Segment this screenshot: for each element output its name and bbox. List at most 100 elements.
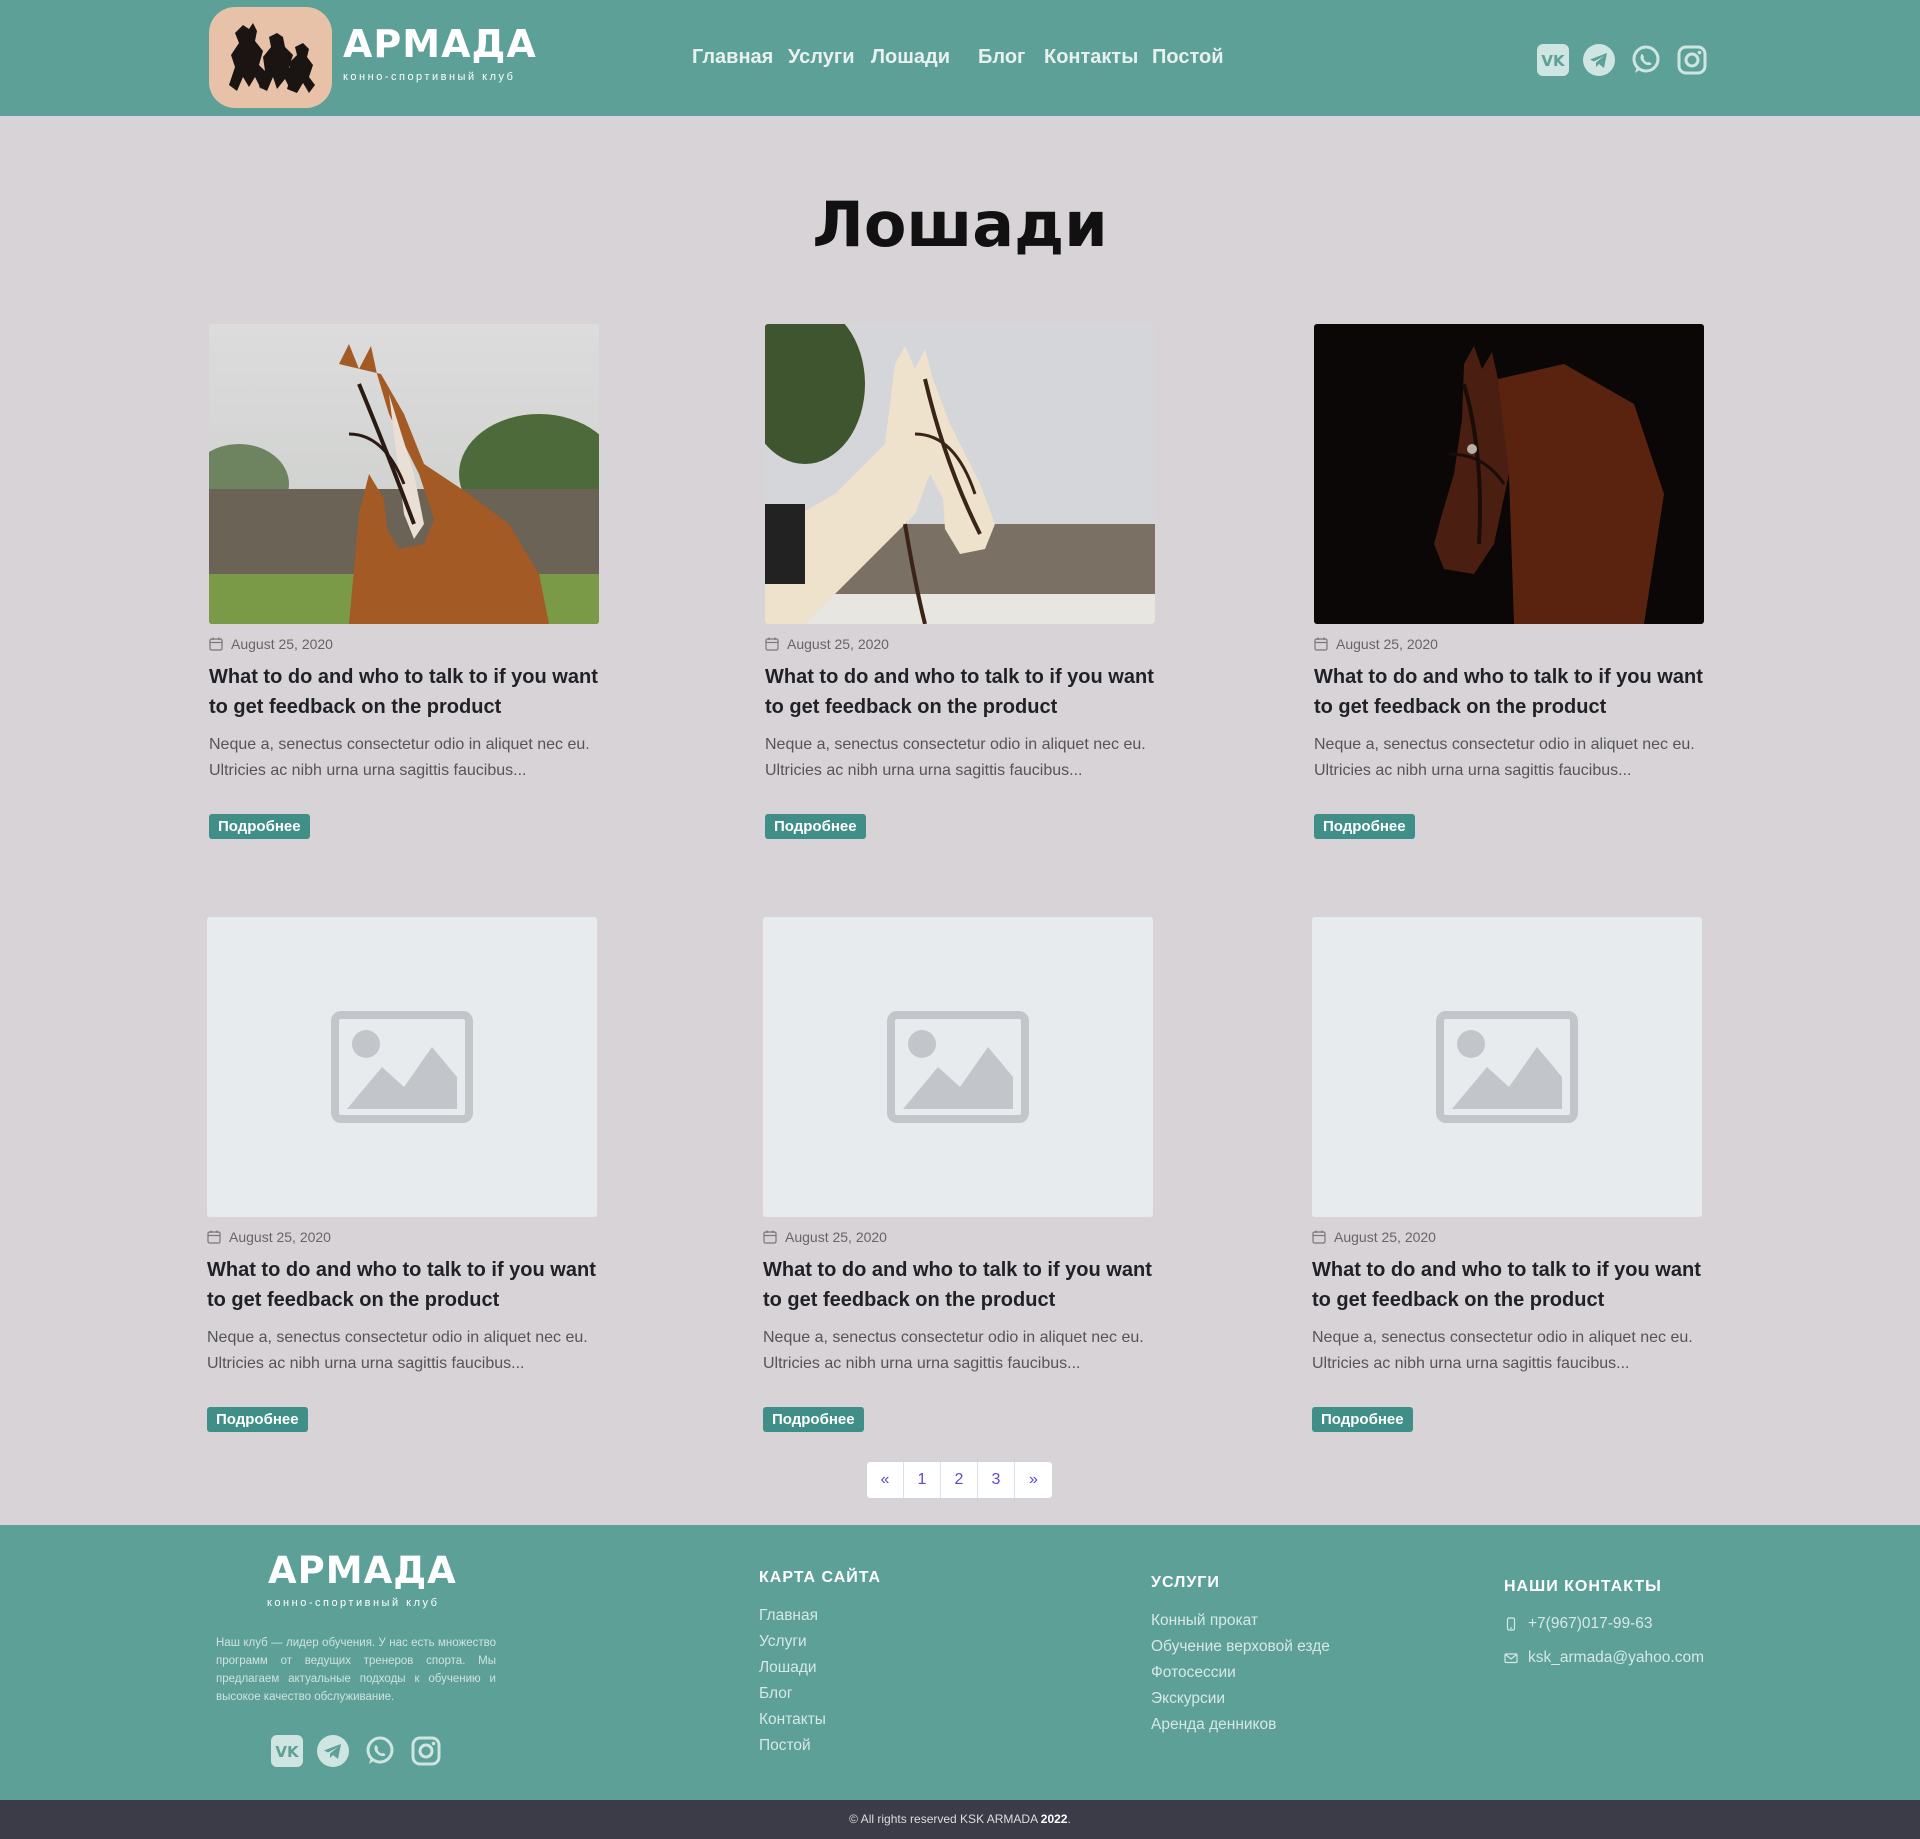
- read-more-button[interactable]: Подробнее: [207, 1407, 308, 1432]
- nav-item-services[interactable]: Услуги: [788, 46, 855, 69]
- site-footer: АРМАДА конно-спортивный клуб Наш клуб — …: [0, 1525, 1920, 1800]
- post-excerpt: Neque a, senectus consectetur odio in al…: [1312, 1329, 1693, 1372]
- telegram-icon[interactable]: [317, 1735, 349, 1767]
- footer-link-services[interactable]: Услуги: [759, 1633, 807, 1651]
- footer-brand-tagline: конно-спортивный клуб: [267, 1597, 440, 1609]
- footer-email[interactable]: ksk_armada@yahoo.com: [1504, 1649, 1704, 1667]
- copyright-text: © All rights reserved KSK ARMADA: [849, 1812, 1038, 1826]
- pagination-next-button[interactable]: »: [1015, 1462, 1052, 1498]
- vk-icon[interactable]: VK: [271, 1735, 303, 1767]
- nav-item-blog[interactable]: Блог: [978, 46, 1025, 69]
- copyright-suffix: .: [1067, 1812, 1071, 1826]
- footer-service-item[interactable]: Обучение верховой езде: [1151, 1638, 1330, 1656]
- copyright-bar: © All rights reserved KSK ARMADA 2022.: [0, 1800, 1920, 1839]
- post-date-text: August 25, 2020: [231, 636, 333, 652]
- footer-about-text: Наш клуб — лидер обучения. У нас есть мн…: [216, 1637, 496, 1703]
- svg-text:VK: VK: [1541, 52, 1566, 70]
- dark-bay-horse-photo[interactable]: [1314, 324, 1704, 624]
- post-excerpt: Neque a, senectus consectetur odio in al…: [763, 1329, 1144, 1372]
- image-placeholder-icon[interactable]: [207, 917, 597, 1217]
- calendar-icon: [1312, 1230, 1326, 1244]
- footer-link-blog[interactable]: Блог: [759, 1685, 793, 1703]
- pagination-page-2[interactable]: 2: [941, 1462, 978, 1498]
- post-date-text: August 25, 2020: [1334, 1229, 1436, 1245]
- image-placeholder-icon[interactable]: [763, 917, 1153, 1217]
- footer-sitemap-heading: КАРТА САЙТА: [759, 1569, 882, 1586]
- post-title[interactable]: What to do and who to talk to if you wan…: [1314, 662, 1704, 722]
- mail-icon: [1504, 1653, 1518, 1664]
- telegram-icon[interactable]: [1583, 44, 1615, 76]
- brand-name[interactable]: АРМАДА: [343, 22, 537, 66]
- nav-item-stabling[interactable]: Постой: [1152, 46, 1224, 69]
- post-title[interactable]: What to do and who to talk to if you wan…: [1312, 1255, 1702, 1315]
- instagram-icon[interactable]: [1676, 44, 1708, 76]
- site-header: АРМАДА конно-спортивный клуб Главная Усл…: [0, 0, 1920, 116]
- post-excerpt: Neque a, senectus consectetur odio in al…: [209, 736, 590, 779]
- footer-link-stabling[interactable]: Постой: [759, 1737, 811, 1755]
- footer-service-item[interactable]: Конный прокат: [1151, 1612, 1258, 1630]
- svg-text:VK: VK: [275, 1743, 300, 1761]
- post-date: August 25, 2020: [209, 636, 599, 652]
- post-date: August 25, 2020: [1312, 1229, 1702, 1245]
- post-title[interactable]: What to do and who to talk to if you wan…: [763, 1255, 1153, 1315]
- footer-link-home[interactable]: Главная: [759, 1607, 818, 1625]
- post-date-text: August 25, 2020: [1336, 636, 1438, 652]
- post-title[interactable]: What to do and who to talk to if you wan…: [207, 1255, 597, 1315]
- read-more-button[interactable]: Подробнее: [1312, 1407, 1413, 1432]
- instagram-icon[interactable]: [410, 1735, 442, 1767]
- post-date: August 25, 2020: [207, 1229, 597, 1245]
- calendar-icon: [207, 1230, 221, 1244]
- footer-service-item[interactable]: Аренда денников: [1151, 1716, 1276, 1734]
- logo-horses-icon[interactable]: [209, 7, 332, 108]
- calendar-icon: [209, 637, 223, 651]
- footer-brand-name[interactable]: АРМАДА: [268, 1549, 457, 1592]
- post-excerpt: Neque a, senectus consectetur odio in al…: [765, 736, 1146, 779]
- post-card: August 25, 2020 What to do and who to ta…: [763, 917, 1153, 1432]
- chestnut-horse-photo[interactable]: [209, 324, 599, 624]
- footer-phone[interactable]: +7(967)017-99-63: [1504, 1615, 1653, 1633]
- calendar-icon: [1314, 637, 1328, 651]
- footer-link-contacts[interactable]: Контакты: [759, 1711, 826, 1729]
- footer-services-heading: УСЛУГИ: [1151, 1574, 1220, 1591]
- nav-item-horses[interactable]: Лошади: [871, 46, 950, 69]
- post-date: August 25, 2020: [763, 1229, 1153, 1245]
- post-card: August 25, 2020 What to do and who to ta…: [207, 917, 597, 1432]
- post-card: August 25, 2020 What to do and who to ta…: [1314, 324, 1704, 839]
- read-more-button[interactable]: Подробнее: [1314, 814, 1415, 839]
- footer-contacts-heading: НАШИ КОНТАКТЫ: [1504, 1578, 1662, 1595]
- post-date-text: August 25, 2020: [785, 1229, 887, 1245]
- footer-service-item[interactable]: Экскурсии: [1151, 1690, 1225, 1708]
- footer-link-horses[interactable]: Лошади: [759, 1659, 817, 1677]
- post-title[interactable]: What to do and who to talk to if you wan…: [209, 662, 599, 722]
- post-excerpt: Neque a, senectus consectetur odio in al…: [1314, 736, 1695, 779]
- page-title: Лошади: [812, 188, 1108, 261]
- nav-item-home[interactable]: Главная: [692, 46, 773, 69]
- whatsapp-icon[interactable]: [364, 1735, 396, 1767]
- nav-item-contacts[interactable]: Контакты: [1044, 46, 1138, 69]
- read-more-button[interactable]: Подробнее: [209, 814, 310, 839]
- pagination-page-1[interactable]: 1: [904, 1462, 941, 1498]
- footer-service-item[interactable]: Фотосессии: [1151, 1664, 1236, 1682]
- brand-tagline: конно-спортивный клуб: [343, 71, 516, 83]
- post-date: August 25, 2020: [1314, 636, 1704, 652]
- calendar-icon: [765, 637, 779, 651]
- post-card: August 25, 2020 What to do and who to ta…: [765, 324, 1155, 839]
- read-more-button[interactable]: Подробнее: [765, 814, 866, 839]
- pagination-page-3[interactable]: 3: [978, 1462, 1015, 1498]
- image-placeholder-icon[interactable]: [1312, 917, 1702, 1217]
- footer-phone-text[interactable]: +7(967)017-99-63: [1528, 1615, 1653, 1633]
- vk-icon[interactable]: VK: [1537, 44, 1569, 76]
- pagination-prev-button[interactable]: «: [867, 1462, 904, 1498]
- phone-icon: [1506, 1617, 1516, 1631]
- post-date-text: August 25, 2020: [229, 1229, 331, 1245]
- post-title[interactable]: What to do and who to talk to if you wan…: [765, 662, 1155, 722]
- calendar-icon: [763, 1230, 777, 1244]
- post-excerpt: Neque a, senectus consectetur odio in al…: [207, 1329, 588, 1372]
- pagination: « 1 2 3 »: [866, 1461, 1053, 1499]
- whatsapp-icon[interactable]: [1630, 44, 1662, 76]
- post-card: August 25, 2020 What to do and who to ta…: [1312, 917, 1702, 1432]
- copyright-year: 2022: [1040, 1812, 1068, 1826]
- cream-horse-photo[interactable]: [765, 324, 1155, 624]
- read-more-button[interactable]: Подробнее: [763, 1407, 864, 1432]
- footer-email-text[interactable]: ksk_armada@yahoo.com: [1528, 1649, 1704, 1667]
